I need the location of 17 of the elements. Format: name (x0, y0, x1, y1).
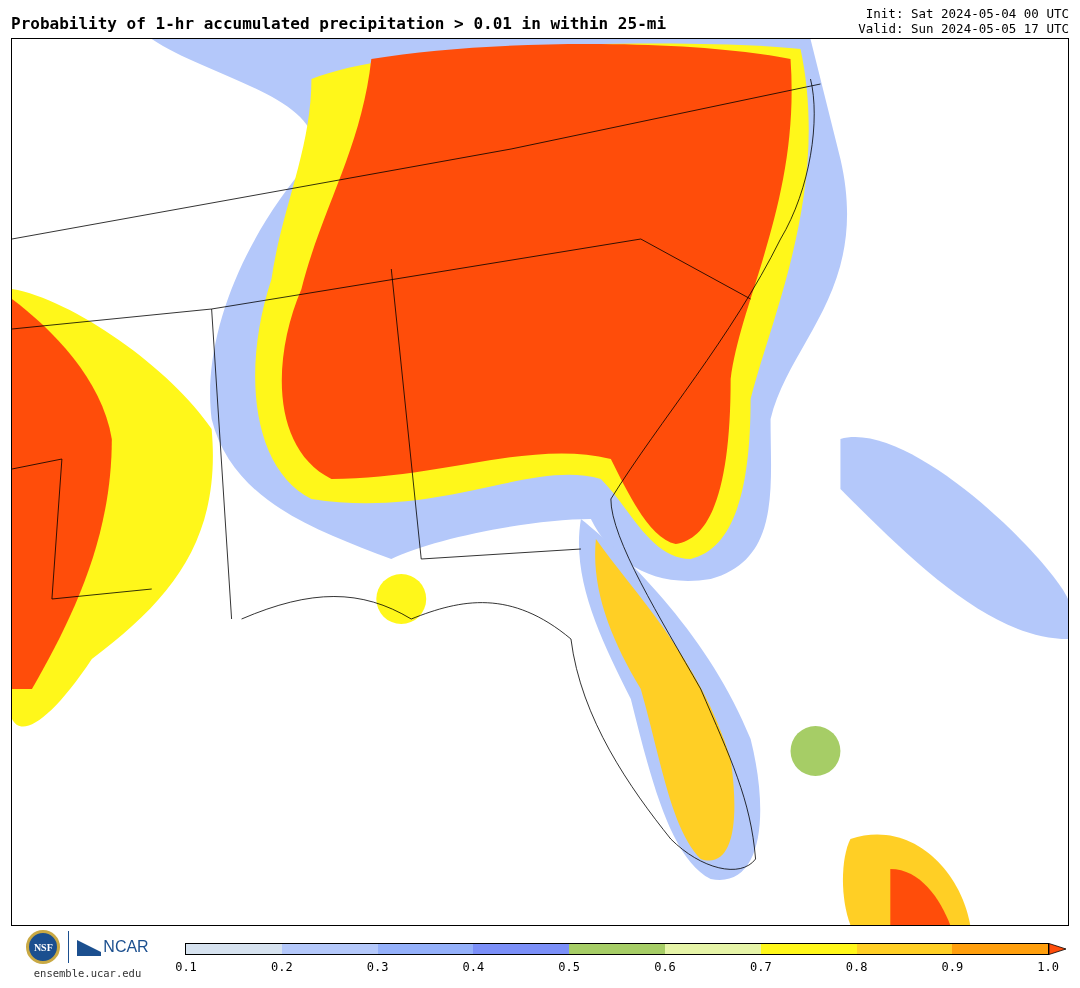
nsf-seal-logo: NSF (26, 930, 61, 964)
tick-label: 0.3 (366, 961, 389, 973)
tick-label: 0.6 (654, 961, 676, 973)
chart-title: Probability of 1-hr accumulated precipitation > 0.01 in within 25-mi (11, 16, 667, 35)
valid-time: Valid: Sun 2024-05-05 17 UTC (858, 21, 1069, 36)
ncar-logo-icon (77, 938, 102, 956)
tick-label: 0.7 (749, 961, 772, 973)
tick-label: 0.5 (558, 961, 581, 973)
tick-label: 0.9 (941, 961, 964, 973)
tick-label: 0.8 (845, 961, 868, 973)
ncar-logo-text: NCAR (103, 937, 149, 957)
tick-label: 0.2 (270, 961, 293, 973)
website-url: ensemble.ucar.edu (33, 966, 142, 981)
tick-label: 0.4 (462, 961, 485, 973)
tick-label: 1.0 (1037, 961, 1060, 973)
tick-label: 0.1 (175, 961, 197, 973)
init-time: Init: Sat 2024-05-04 00 UTC (865, 6, 1069, 21)
